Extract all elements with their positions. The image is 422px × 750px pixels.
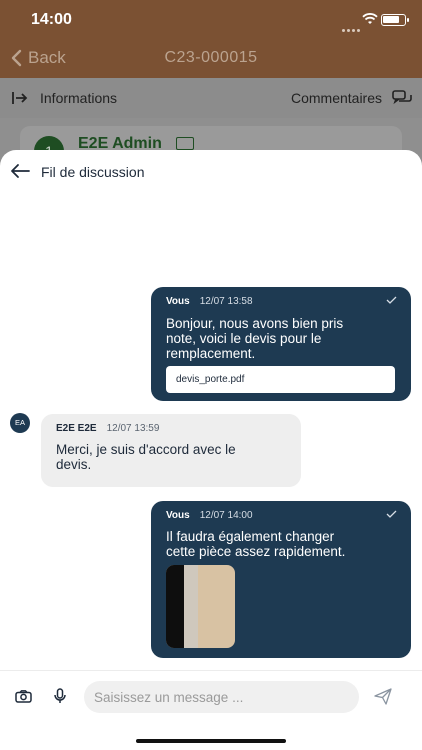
tab-informations-label: Informations: [40, 90, 118, 106]
home-indicator: [136, 739, 286, 743]
tab-arrow-icon: [12, 92, 28, 104]
message-sender: Vous: [166, 510, 190, 521]
page-title: C23-000015: [164, 49, 258, 66]
message-line: remplacement.: [166, 346, 256, 361]
camera-icon[interactable]: [15, 690, 32, 703]
message-image[interactable]: [166, 565, 235, 648]
check-icon: [386, 510, 397, 518]
attachment-file[interactable]: devis_porte.pdf: [166, 366, 395, 393]
microphone-icon[interactable]: [54, 688, 66, 704]
message-meta: E2E E2E 12/07 13:59: [56, 423, 159, 434]
app-header: 14:00 Back C23-000015: [0, 0, 422, 78]
image-region: [166, 565, 184, 648]
message-line: note, voici le devis pour le: [166, 331, 322, 346]
message-composer: [0, 670, 422, 750]
wifi-icon: [362, 13, 378, 24]
message-time: 12/07 13:59: [106, 423, 160, 434]
comments-icon: [392, 90, 412, 105]
message-meta: Vous 12/07 14:00: [166, 510, 253, 521]
signal-icon: [340, 19, 360, 37]
discussion-sheet: Fil de discussion Vous 12/07 13:58 Bonjo…: [0, 150, 422, 750]
tab-informations[interactable]: Informations: [12, 90, 117, 106]
message-time: 12/07 14:00: [199, 510, 253, 521]
sheet-title: Fil de discussion: [41, 164, 145, 180]
message-time: 12/07 13:58: [199, 296, 253, 307]
tab-bar: Informations Commentaires: [0, 78, 422, 118]
image-region: [184, 565, 198, 648]
status-bar: 14:00: [0, 0, 422, 40]
check-icon: [386, 296, 397, 304]
sheet-header: Fil de discussion: [0, 150, 422, 194]
message-text: Bonjour, nous avons bien pris note, voic…: [166, 316, 343, 361]
message-line: Bonjour, nous avons bien pris: [166, 316, 344, 331]
message-bubble-incoming: E2E E2E 12/07 13:59 Merci, je suis d'acc…: [41, 414, 301, 487]
message-sender: Vous: [166, 296, 190, 307]
tab-commentaires-label: Commentaires: [290, 90, 382, 106]
message-sender: E2E E2E: [56, 423, 97, 434]
message-input[interactable]: [84, 681, 359, 713]
message-bubble-outgoing: Vous 12/07 14:00 Il faudra également cha…: [151, 501, 411, 658]
tab-commentaires[interactable]: Commentaires: [291, 90, 412, 106]
id-card-icon: [176, 137, 194, 150]
message-text: Il faudra également changer cette pièce …: [166, 529, 345, 559]
message-meta: Vous 12/07 13:58: [166, 296, 253, 307]
send-icon[interactable]: [374, 688, 392, 705]
message-text: Merci, je suis d'accord avec le devis.: [56, 442, 236, 472]
message-bubble-outgoing: Vous 12/07 13:58 Bonjour, nous avons bie…: [151, 287, 411, 401]
back-arrow-icon[interactable]: [10, 163, 30, 179]
message-line: cette pièce assez rapidement.: [166, 544, 346, 559]
message-line: Merci, je suis d'accord avec le: [56, 442, 236, 457]
message-line: Il faudra également changer: [166, 529, 335, 544]
nav-bar: Back C23-000015: [0, 40, 422, 78]
status-time: 14:00: [31, 11, 72, 28]
sender-avatar: EA: [10, 413, 30, 433]
message-line: devis.: [56, 457, 92, 472]
battery-icon: [381, 14, 409, 26]
